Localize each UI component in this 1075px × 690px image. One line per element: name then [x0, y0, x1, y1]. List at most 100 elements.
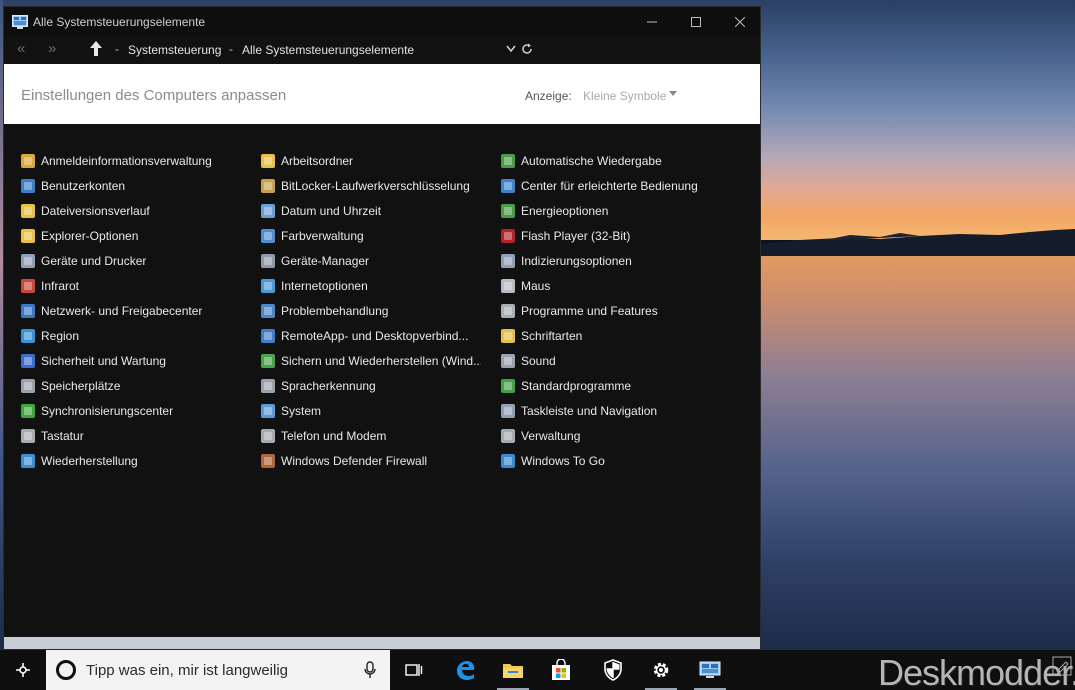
control-panel-item[interactable]: Dateiversionsverlauf — [21, 201, 150, 221]
control-panel-item-label: Sicherheit und Wartung — [41, 354, 166, 368]
control-panel-item[interactable]: Farbverwaltung — [261, 226, 364, 246]
taskbar-navigation-icon — [501, 404, 515, 418]
control-panel-item[interactable]: Internetoptionen — [261, 276, 368, 296]
breadcrumb-current[interactable]: Alle Systemsteuerungselemente — [242, 43, 414, 57]
view-dropdown-caret-icon[interactable] — [669, 91, 677, 96]
control-panel-item[interactable]: Anmeldeinformationsverwaltung — [21, 151, 212, 171]
watermark-pencil-icon — [1052, 656, 1072, 676]
control-panel-item[interactable]: Sicherheit und Wartung — [21, 351, 166, 371]
control-panel-item[interactable]: Telefon und Modem — [261, 426, 386, 446]
control-panel-item-label: Wiederherstellung — [41, 454, 138, 468]
control-panel-item[interactable]: Spracherkennung — [261, 376, 376, 396]
control-panel-item-label: Explorer-Optionen — [41, 229, 139, 243]
control-panel-item-label: Center für erleichterte Bedienung — [521, 179, 698, 193]
bitlocker-icon — [261, 179, 275, 193]
infrared-icon — [21, 279, 35, 293]
control-panel-item-label: Datum und Uhrzeit — [281, 204, 382, 218]
control-panel-icon — [699, 661, 721, 678]
control-panel-item[interactable]: Geräte und Drucker — [21, 251, 146, 271]
control-panel-item-label: Synchronisierungscenter — [41, 404, 174, 418]
control-panel-item[interactable]: Geräte-Manager — [261, 251, 369, 271]
control-panel-item[interactable]: Standardprogramme — [501, 376, 631, 396]
control-panel-item[interactable]: System — [261, 401, 321, 421]
control-panel-item[interactable]: Tastatur — [21, 426, 84, 446]
search-input[interactable]: Tipp was ein, mir ist langweilig — [86, 662, 288, 679]
control-panel-item[interactable]: Windows Defender Firewall — [261, 451, 427, 471]
control-panel-item[interactable]: Verwaltung — [501, 426, 580, 446]
edge-button[interactable] — [441, 650, 489, 690]
sound-icon — [501, 354, 515, 368]
control-panel-item[interactable]: Problembehandlung — [261, 301, 388, 321]
device-manager-icon — [261, 254, 275, 268]
maximize-button[interactable] — [674, 7, 718, 37]
control-panel-item[interactable]: Infrarot — [21, 276, 79, 296]
control-panel-item[interactable]: Flash Player (32-Bit) — [501, 226, 630, 246]
back-arrow-icon[interactable]: « — [17, 40, 25, 57]
control-panel-item[interactable]: BitLocker-Laufwerkverschlüsselung — [261, 176, 470, 196]
forward-arrow-icon[interactable]: » — [48, 40, 56, 57]
ease-of-access-icon — [501, 179, 515, 193]
control-panel-item-label: BitLocker-Laufwerkverschlüsselung — [281, 179, 470, 193]
chevron-down-icon[interactable] — [506, 45, 516, 53]
control-panel-item-label: Programme und Features — [521, 304, 658, 318]
defender-button[interactable] — [589, 650, 637, 690]
recovery-icon — [21, 454, 35, 468]
control-panel-item-label: Tastatur — [41, 429, 84, 443]
control-panel-item[interactable]: Benutzerkonten — [21, 176, 125, 196]
file-explorer-button[interactable] — [489, 650, 537, 690]
view-mode-select[interactable]: Kleine Symbole — [583, 89, 666, 103]
control-panel-item[interactable]: Schriftarten — [501, 326, 582, 346]
control-panel-item[interactable]: Programme und Features — [501, 301, 658, 321]
refresh-icon[interactable] — [521, 43, 533, 55]
internet-options-icon — [261, 279, 275, 293]
control-panel-item[interactable]: Netzwerk- und Freigabecenter — [21, 301, 202, 321]
control-panel-item[interactable]: Windows To Go — [501, 451, 605, 471]
settings-gear-icon — [653, 662, 669, 678]
minimize-button[interactable] — [630, 7, 674, 37]
storage-spaces-icon — [21, 379, 35, 393]
troubleshooting-icon — [261, 304, 275, 318]
power-options-icon — [501, 204, 515, 218]
control-panel-item-label: Infrarot — [41, 279, 80, 293]
start-button[interactable] — [0, 650, 46, 690]
control-panel-item-label: Farbverwaltung — [281, 229, 364, 243]
control-panel-item[interactable]: Synchronisierungscenter — [21, 401, 173, 421]
mouse-icon — [501, 279, 515, 293]
control-panel-item[interactable]: RemoteApp- und Desktopverbind... — [261, 326, 468, 346]
control-panel-item[interactable]: Arbeitsordner — [261, 151, 353, 171]
breadcrumb-systemsteuerung[interactable]: Systemsteuerung — [128, 43, 221, 57]
control-panel-item[interactable]: Energieoptionen — [501, 201, 608, 221]
control-panel-item[interactable]: Indizierungsoptionen — [501, 251, 632, 271]
folder-options-icon — [21, 229, 35, 243]
search-box[interactable]: Tipp was ein, mir ist langweilig — [46, 650, 390, 690]
control-panel-window: Alle Systemsteuerungselemente « » - Syst… — [3, 6, 761, 650]
control-panel-item[interactable]: Speicherplätze — [21, 376, 120, 396]
control-panel-item[interactable]: Sound — [501, 351, 556, 371]
devices-printers-icon — [21, 254, 35, 268]
store-button[interactable] — [537, 650, 585, 690]
control-panel-item[interactable]: Center für erleichterte Bedienung — [501, 176, 698, 196]
control-panel-item[interactable]: Sichern und Wiederherstellen (Wind... — [261, 351, 481, 371]
control-panel-item[interactable]: Region — [21, 326, 79, 346]
control-panel-item-label: System — [281, 404, 322, 418]
speech-recognition-icon — [261, 379, 275, 393]
title-bar[interactable]: Alle Systemsteuerungselemente — [4, 7, 760, 37]
close-button[interactable] — [718, 7, 762, 37]
control-panel-item[interactable]: Wiederherstellung — [21, 451, 138, 471]
task-view-button[interactable] — [390, 650, 438, 690]
control-panel-item-label: Energieoptionen — [521, 204, 609, 218]
autoplay-icon — [501, 154, 515, 168]
microphone-icon[interactable] — [364, 661, 376, 679]
control-panel-item[interactable]: Taskleiste und Navigation — [501, 401, 657, 421]
control-panel-taskbar-button[interactable] — [686, 650, 734, 690]
breadcrumb-separator: - — [229, 42, 233, 56]
control-panel-item[interactable]: Datum und Uhrzeit — [261, 201, 381, 221]
control-panel-item[interactable]: Explorer-Optionen — [21, 226, 138, 246]
control-panel-item[interactable]: Maus — [501, 276, 550, 296]
up-arrow-icon[interactable] — [88, 40, 104, 58]
control-panel-item-label: Sichern und Wiederherstellen (Wind... — [281, 354, 481, 368]
windows-to-go-icon — [501, 454, 515, 468]
system-icon — [261, 404, 275, 418]
control-panel-item[interactable]: Automatische Wiedergabe — [501, 151, 662, 171]
settings-button[interactable] — [637, 650, 685, 690]
